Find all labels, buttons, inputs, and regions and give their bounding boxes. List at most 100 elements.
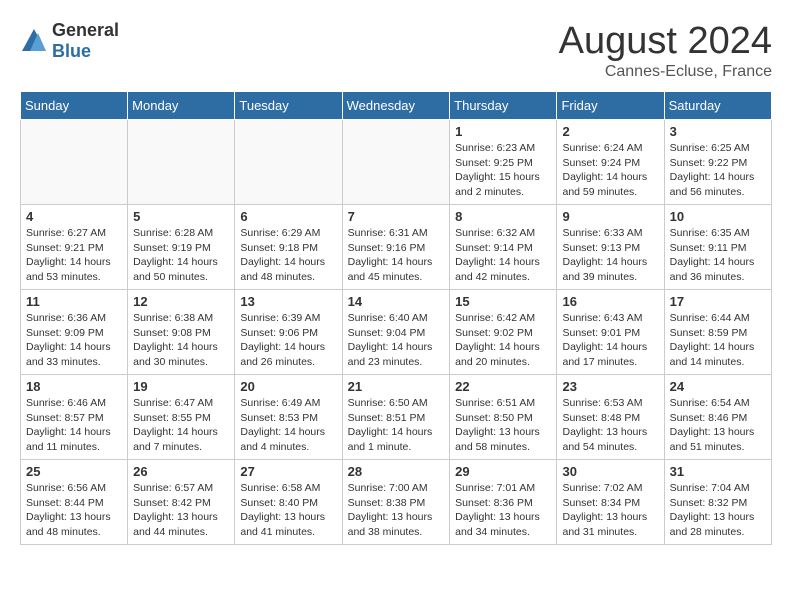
day-number: 23 — [562, 379, 658, 394]
day-number: 25 — [26, 464, 122, 479]
day-info: Sunrise: 6:27 AM Sunset: 9:21 PM Dayligh… — [26, 226, 122, 285]
day-number: 26 — [133, 464, 229, 479]
calendar-day-cell: 3Sunrise: 6:25 AM Sunset: 9:22 PM Daylig… — [664, 120, 771, 205]
day-number: 31 — [670, 464, 766, 479]
logo-text: General Blue — [52, 20, 119, 62]
calendar-day-cell: 8 Sunrise: 6:32 AM Sunset: 9:14 PM Daylig… — [450, 205, 557, 290]
day-number: 30 — [562, 464, 658, 479]
calendar-day-cell: 5 Sunrise: 6:28 AM Sunset: 9:19 PM Daylig… — [128, 205, 235, 290]
calendar-table: SundayMondayTuesdayWednesdayThursdayFrid… — [20, 91, 772, 545]
calendar-week-row: 25 Sunrise: 6:56 AM Sunset: 8:44 PM Dayli… — [21, 460, 772, 545]
day-of-week-header: Wednesday — [342, 92, 450, 120]
calendar-day-cell — [235, 120, 342, 205]
calendar-day-cell: 9 Sunrise: 6:33 AM Sunset: 9:13 PM Daylig… — [557, 205, 664, 290]
calendar-day-cell: 17Sunrise: 6:44 AM Sunset: 8:59 PM Dayli… — [664, 290, 771, 375]
day-number: 10 — [670, 209, 766, 224]
calendar-day-cell: 26 Sunrise: 6:57 AM Sunset: 8:42 PM Dayli… — [128, 460, 235, 545]
day-number: 3 — [670, 124, 766, 139]
page-header: General Blue August 2024 Cannes-Ecluse, … — [20, 20, 772, 81]
calendar-day-cell: 16Sunrise: 6:43 AM Sunset: 9:01 PM Dayli… — [557, 290, 664, 375]
calendar-day-cell: 29 Sunrise: 7:01 AM Sunset: 8:36 PM Dayli… — [450, 460, 557, 545]
calendar-day-cell: 2 Sunrise: 6:24 AM Sunset: 9:24 PM Daylig… — [557, 120, 664, 205]
calendar-day-cell: 27Sunrise: 6:58 AM Sunset: 8:40 PM Dayli… — [235, 460, 342, 545]
day-info: Sunrise: 6:54 AM Sunset: 8:46 PM Dayligh… — [670, 396, 766, 455]
day-info: Sunrise: 6:46 AM Sunset: 8:57 PM Dayligh… — [26, 396, 122, 455]
day-number: 24 — [670, 379, 766, 394]
calendar-week-row: 4 Sunrise: 6:27 AM Sunset: 9:21 PM Daylig… — [21, 205, 772, 290]
calendar-day-cell: 30 Sunrise: 7:02 AM Sunset: 8:34 PM Dayli… — [557, 460, 664, 545]
logo: General Blue — [20, 20, 119, 62]
calendar-day-cell: 22 Sunrise: 6:51 AM Sunset: 8:50 PM Dayli… — [450, 375, 557, 460]
day-info: Sunrise: 6:49 AM Sunset: 8:53 PM Dayligh… — [240, 396, 336, 455]
day-info: Sunrise: 6:57 AM Sunset: 8:42 PM Dayligh… — [133, 481, 229, 540]
day-number: 15 — [455, 294, 551, 309]
calendar-week-row: 11 Sunrise: 6:36 AM Sunset: 9:09 PM Dayli… — [21, 290, 772, 375]
calendar-day-cell: 23 Sunrise: 6:53 AM Sunset: 8:48 PM Dayli… — [557, 375, 664, 460]
day-number: 4 — [26, 209, 122, 224]
day-info: Sunrise: 7:00 AM Sunset: 8:38 PM Dayligh… — [348, 481, 445, 540]
day-number: 8 — [455, 209, 551, 224]
calendar-day-cell: 18 Sunrise: 6:46 AM Sunset: 8:57 PM Dayli… — [21, 375, 128, 460]
calendar-day-cell: 1Sunrise: 6:23 AM Sunset: 9:25 PM Daylig… — [450, 120, 557, 205]
day-of-week-header: Monday — [128, 92, 235, 120]
day-info: Sunrise: 6:44 AM Sunset: 8:59 PM Dayligh… — [670, 311, 766, 370]
day-info: Sunrise: 6:32 AM Sunset: 9:14 PM Dayligh… — [455, 226, 551, 285]
day-info: Sunrise: 6:42 AM Sunset: 9:02 PM Dayligh… — [455, 311, 551, 370]
calendar-day-cell: 31 Sunrise: 7:04 AM Sunset: 8:32 PM Dayli… — [664, 460, 771, 545]
day-of-week-header: Saturday — [664, 92, 771, 120]
day-info: Sunrise: 6:58 AM Sunset: 8:40 PM Dayligh… — [240, 481, 336, 540]
day-info: Sunrise: 6:38 AM Sunset: 9:08 PM Dayligh… — [133, 311, 229, 370]
logo-general: General — [52, 20, 119, 41]
day-number: 21 — [348, 379, 445, 394]
day-number: 9 — [562, 209, 658, 224]
location: Cannes-Ecluse, France — [559, 63, 772, 81]
calendar-day-cell: 13Sunrise: 6:39 AM Sunset: 9:06 PM Dayli… — [235, 290, 342, 375]
day-info: Sunrise: 6:33 AM Sunset: 9:13 PM Dayligh… — [562, 226, 658, 285]
day-info: Sunrise: 6:43 AM Sunset: 9:01 PM Dayligh… — [562, 311, 658, 370]
calendar-day-cell: 12 Sunrise: 6:38 AM Sunset: 9:08 PM Dayli… — [128, 290, 235, 375]
logo-icon — [20, 27, 48, 55]
calendar-day-cell: 25 Sunrise: 6:56 AM Sunset: 8:44 PM Dayli… — [21, 460, 128, 545]
day-number: 18 — [26, 379, 122, 394]
day-info: Sunrise: 6:24 AM Sunset: 9:24 PM Dayligh… — [562, 141, 658, 200]
day-of-week-header: Thursday — [450, 92, 557, 120]
calendar-week-row: 18 Sunrise: 6:46 AM Sunset: 8:57 PM Dayli… — [21, 375, 772, 460]
day-number: 7 — [348, 209, 445, 224]
day-number: 29 — [455, 464, 551, 479]
calendar-day-cell — [128, 120, 235, 205]
day-info: Sunrise: 6:53 AM Sunset: 8:48 PM Dayligh… — [562, 396, 658, 455]
day-of-week-header: Friday — [557, 92, 664, 120]
day-info: Sunrise: 6:29 AM Sunset: 9:18 PM Dayligh… — [240, 226, 336, 285]
calendar-header-row: SundayMondayTuesdayWednesdayThursdayFrid… — [21, 92, 772, 120]
calendar-day-cell: 15 Sunrise: 6:42 AM Sunset: 9:02 PM Dayli… — [450, 290, 557, 375]
day-number: 12 — [133, 294, 229, 309]
day-number: 6 — [240, 209, 336, 224]
day-info: Sunrise: 6:31 AM Sunset: 9:16 PM Dayligh… — [348, 226, 445, 285]
day-number: 11 — [26, 294, 122, 309]
calendar-day-cell: 14Sunrise: 6:40 AM Sunset: 9:04 PM Dayli… — [342, 290, 450, 375]
day-info: Sunrise: 6:56 AM Sunset: 8:44 PM Dayligh… — [26, 481, 122, 540]
calendar-day-cell: 21Sunrise: 6:50 AM Sunset: 8:51 PM Dayli… — [342, 375, 450, 460]
calendar-day-cell — [342, 120, 450, 205]
day-of-week-header: Sunday — [21, 92, 128, 120]
day-info: Sunrise: 7:01 AM Sunset: 8:36 PM Dayligh… — [455, 481, 551, 540]
calendar-day-cell: 24 Sunrise: 6:54 AM Sunset: 8:46 PM Dayli… — [664, 375, 771, 460]
title-block: August 2024 Cannes-Ecluse, France — [559, 20, 772, 81]
day-number: 19 — [133, 379, 229, 394]
calendar-day-cell: 6 Sunrise: 6:29 AM Sunset: 9:18 PM Daylig… — [235, 205, 342, 290]
day-number: 13 — [240, 294, 336, 309]
day-number: 5 — [133, 209, 229, 224]
day-info: Sunrise: 6:28 AM Sunset: 9:19 PM Dayligh… — [133, 226, 229, 285]
day-info: Sunrise: 6:35 AM Sunset: 9:11 PM Dayligh… — [670, 226, 766, 285]
day-number: 14 — [348, 294, 445, 309]
day-info: Sunrise: 7:02 AM Sunset: 8:34 PM Dayligh… — [562, 481, 658, 540]
calendar-day-cell: 19Sunrise: 6:47 AM Sunset: 8:55 PM Dayli… — [128, 375, 235, 460]
day-number: 22 — [455, 379, 551, 394]
calendar-day-cell: 7 Sunrise: 6:31 AM Sunset: 9:16 PM Daylig… — [342, 205, 450, 290]
day-info: Sunrise: 7:04 AM Sunset: 8:32 PM Dayligh… — [670, 481, 766, 540]
day-of-week-header: Tuesday — [235, 92, 342, 120]
day-info: Sunrise: 6:36 AM Sunset: 9:09 PM Dayligh… — [26, 311, 122, 370]
calendar-day-cell: 4 Sunrise: 6:27 AM Sunset: 9:21 PM Daylig… — [21, 205, 128, 290]
day-number: 2 — [562, 124, 658, 139]
day-info: Sunrise: 6:51 AM Sunset: 8:50 PM Dayligh… — [455, 396, 551, 455]
